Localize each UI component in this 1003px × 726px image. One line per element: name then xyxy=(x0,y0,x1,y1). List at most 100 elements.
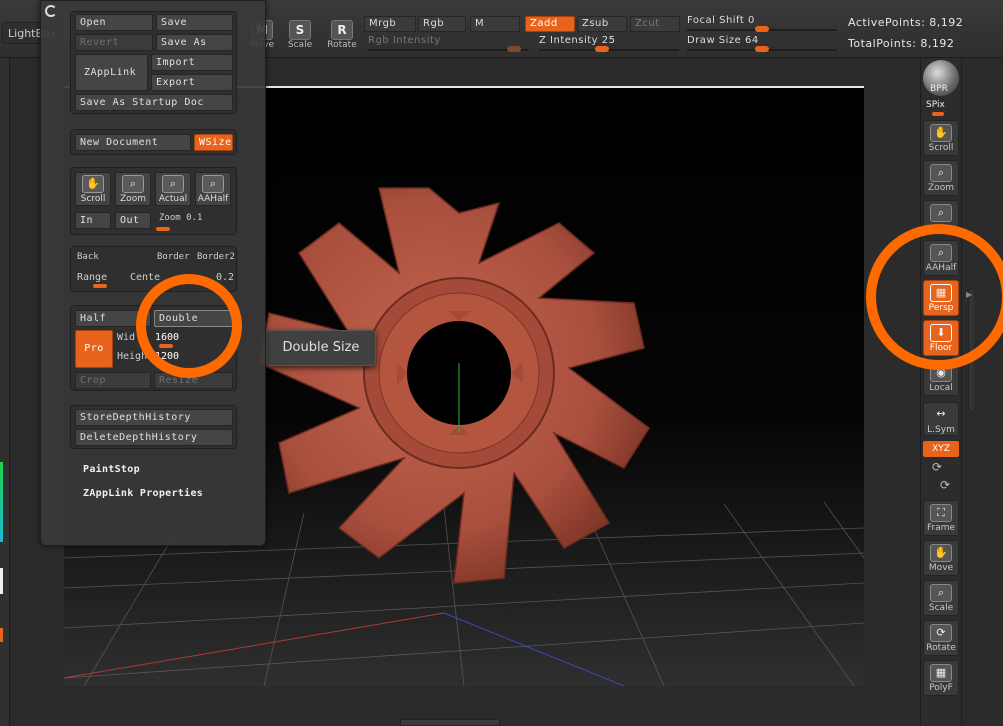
zapplink-properties-link[interactable]: ZAppLink Properties xyxy=(83,488,203,499)
m-button[interactable]: M xyxy=(470,16,520,32)
open-button[interactable]: Open xyxy=(75,14,153,31)
scale-label: Scale xyxy=(287,40,313,50)
lsym-label: L.Sym xyxy=(927,425,955,435)
double-size-tooltip: Double Size xyxy=(266,330,376,366)
rgb-button[interactable]: Rgb xyxy=(418,16,466,32)
shelf-scroll-button[interactable]: ✋ Scroll xyxy=(923,120,959,156)
save-startup-doc-button[interactable]: Save As Startup Doc xyxy=(75,94,233,111)
refresh-icon[interactable] xyxy=(45,5,57,17)
spix-slider-knob[interactable] xyxy=(932,112,944,116)
zadd-button[interactable]: Zadd xyxy=(525,16,575,32)
zoom-in-button[interactable]: In xyxy=(75,212,111,229)
aahalf-icon: ⌕ xyxy=(202,175,224,193)
bottom-tray-handle[interactable] xyxy=(400,719,500,726)
gear-model xyxy=(258,187,651,584)
new-document-button[interactable]: New Document xyxy=(75,134,191,151)
depth-history-group: StoreDepthHistory DeleteDepthHistory xyxy=(70,405,237,449)
rotate-label: Rotate xyxy=(327,40,357,50)
save-as-button[interactable]: Save As xyxy=(156,34,233,51)
border2-label[interactable]: Border2 xyxy=(197,252,235,262)
center-value: 0.2 xyxy=(216,272,235,283)
mrgb-button[interactable]: Mrgb xyxy=(364,16,416,32)
import-button[interactable]: Import xyxy=(151,54,233,71)
actual-size-icon: ⌕ xyxy=(930,204,952,222)
bpr-label[interactable]: BPR xyxy=(930,84,948,94)
zoom-button[interactable]: ⌕ Zoom xyxy=(115,172,151,206)
range-slider-knob[interactable] xyxy=(93,284,107,288)
local-label: Local xyxy=(929,383,953,393)
zoom-slider-knob[interactable] xyxy=(156,227,170,231)
hand-move-icon: ✋ xyxy=(930,544,952,562)
z-intensity-knob[interactable] xyxy=(595,46,609,52)
zapplink-button[interactable]: ZAppLink xyxy=(75,54,148,91)
rotate-lock-icon: ⟳ xyxy=(930,624,952,642)
spix-label[interactable]: SPix xyxy=(926,100,945,110)
file-group: Open Save Revert Save As ZAppLink Import… xyxy=(70,11,237,114)
rotate-z-icon[interactable]: ⟳ xyxy=(940,478,950,492)
polyf-label: PolyF xyxy=(929,683,953,693)
focal-shift-knob[interactable] xyxy=(755,26,769,32)
save-button[interactable]: Save xyxy=(156,14,233,31)
border-label[interactable]: Border xyxy=(157,252,190,262)
frame-button[interactable]: ⛶ Frame xyxy=(923,500,959,536)
draw-size-label: Draw Size xyxy=(687,35,742,46)
aahalf-button[interactable]: ⌕ AAHalf xyxy=(195,172,231,206)
frame-label: Frame xyxy=(926,523,956,533)
document-menu: Open Save Revert Save As ZAppLink Import… xyxy=(40,0,266,546)
total-points: TotalPoints: 8,192 xyxy=(848,37,955,50)
z-intensity-label: Z Intensity xyxy=(539,35,599,46)
z-intensity-value: 25 xyxy=(601,35,616,46)
pro-button[interactable]: Pro xyxy=(75,330,113,368)
scale-icon: S xyxy=(289,20,311,40)
zcut-button[interactable]: Zcut xyxy=(630,16,680,32)
color-swatch-orange xyxy=(0,628,3,642)
z-intensity-slider[interactable] xyxy=(539,49,679,51)
store-depth-history-button[interactable]: StoreDepthHistory xyxy=(75,409,233,426)
polyframe-icon: ▦ xyxy=(930,664,952,682)
shelf-zoom-label: Zoom xyxy=(928,183,954,193)
color-swatch-white xyxy=(0,568,3,594)
color-strip xyxy=(0,462,3,542)
shelf-rotate-button[interactable]: ⟳ Rotate xyxy=(923,620,959,656)
shelf-scale-button[interactable]: ⌕ Scale xyxy=(923,580,959,616)
magnifier-icon: ⌕ xyxy=(122,175,144,193)
zsub-button[interactable]: Zsub xyxy=(577,16,627,32)
shelf-zoom-button[interactable]: ⌕ Zoom xyxy=(923,160,959,196)
crop-button[interactable]: Crop xyxy=(75,372,151,389)
focal-shift-value: 0 xyxy=(748,15,755,26)
wsize-button[interactable]: WSize xyxy=(194,134,233,151)
scroll-button[interactable]: ✋ Scroll xyxy=(75,172,111,206)
frame-icon: ⛶ xyxy=(930,504,952,522)
zoom-out-button[interactable]: Out xyxy=(115,212,151,229)
rotate-tool[interactable]: R Rotate xyxy=(326,20,358,52)
shelf-scale-label: Scale xyxy=(928,603,954,613)
width-label: Wid xyxy=(117,332,136,343)
polyf-button[interactable]: ▦ PolyF xyxy=(923,660,959,696)
shelf-move-button[interactable]: ✋ Move xyxy=(923,540,959,576)
rgb-intensity-slider[interactable] xyxy=(368,49,528,51)
z-axis-line xyxy=(443,612,625,686)
zoom-value: 0.1 xyxy=(186,213,203,223)
back-label[interactable]: Back xyxy=(77,252,99,262)
left-tray xyxy=(0,58,10,726)
zoom-label: Zoom xyxy=(159,213,181,223)
xyz-toggle[interactable]: XYZ xyxy=(923,441,959,457)
rgb-intensity-knob[interactable] xyxy=(507,46,521,52)
view-group: ✋ Scroll ⌕ Zoom ⌕ Actual ⌕ AAHalf In Out… xyxy=(70,167,237,235)
actual-button[interactable]: ⌕ Actual xyxy=(155,172,191,206)
zoom-label-small: Zoom xyxy=(120,194,146,204)
center-label[interactable]: Cente xyxy=(130,272,160,283)
hand-icon: ✋ xyxy=(930,124,952,142)
lsym-button[interactable]: ↔ L.Sym xyxy=(923,402,959,436)
draw-size-knob[interactable] xyxy=(755,46,769,52)
rotate-y-icon[interactable]: ⟳ xyxy=(932,460,942,474)
new-document-group: New Document WSize xyxy=(70,129,237,155)
paintstop-link[interactable]: PaintStop xyxy=(83,464,140,475)
scale-magnifier-icon: ⌕ xyxy=(930,584,952,602)
range-label[interactable]: Range xyxy=(77,272,107,283)
aahalf-label: AAHalf xyxy=(197,194,229,204)
export-button[interactable]: Export xyxy=(151,74,233,91)
scale-tool[interactable]: S Scale xyxy=(284,20,316,52)
revert-button[interactable]: Revert xyxy=(75,34,153,51)
delete-depth-history-button[interactable]: DeleteDepthHistory xyxy=(75,429,233,446)
